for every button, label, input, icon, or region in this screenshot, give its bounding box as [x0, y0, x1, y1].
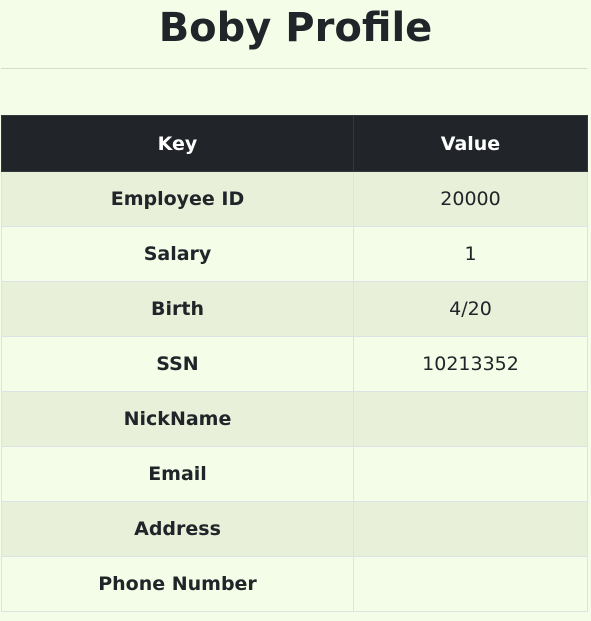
row-value-nickname [353, 391, 588, 447]
row-key-salary: Salary [1, 226, 354, 282]
row-key-phone-number: Phone Number [1, 556, 354, 612]
row-value-phone-number [353, 556, 588, 612]
row-value-salary: 1 [353, 226, 588, 282]
row-value-employee-id: 20000 [353, 171, 588, 227]
page-title: Boby Profile [158, 5, 433, 51]
table-row: Birth 4/20 [1, 281, 588, 337]
row-value-ssn: 10213352 [353, 336, 588, 392]
table-row: Email [1, 446, 588, 502]
row-value-email [353, 446, 588, 502]
table-row: Salary 1 [1, 226, 588, 282]
table-row: Address [1, 501, 588, 557]
table-row: Phone Number [1, 556, 588, 612]
row-key-ssn: SSN [1, 336, 354, 392]
row-key-birth: Birth [1, 281, 354, 337]
table-header-row: Key Value [1, 115, 588, 172]
profile-table: Key Value Employee ID 20000 Salary 1 Bir… [1, 115, 588, 612]
row-key-employee-id: Employee ID [1, 171, 354, 227]
title-divider [1, 68, 587, 69]
column-header-value: Value [353, 115, 588, 172]
row-key-nickname: NickName [1, 391, 354, 447]
row-key-address: Address [1, 501, 354, 557]
row-value-birth: 4/20 [353, 281, 588, 337]
row-key-email: Email [1, 446, 354, 502]
row-value-address [353, 501, 588, 557]
table-row: Employee ID 20000 [1, 171, 588, 227]
table-row: NickName [1, 391, 588, 447]
column-header-key: Key [1, 115, 354, 172]
table-row: SSN 10213352 [1, 336, 588, 392]
